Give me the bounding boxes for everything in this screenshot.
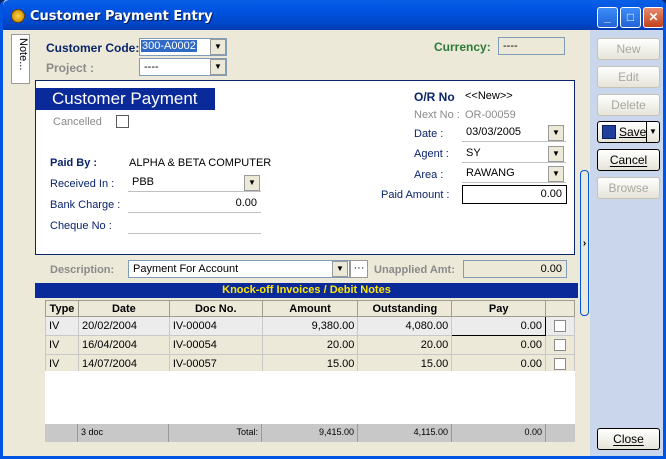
cheque-no-label: Cheque No : [50,220,112,232]
description-label: Description: [50,264,115,276]
row-checkbox[interactable] [554,358,566,371]
cell-doc-no: IV-00004 [168,316,263,336]
new-button[interactable]: New [597,38,660,60]
date-dropdown-icon[interactable]: ▼ [548,125,564,141]
or-no-value: <<New>> [465,90,513,102]
cancelled-label: Cancelled [53,116,102,128]
row-checkbox[interactable] [554,339,566,352]
footer-spacer-end [546,424,575,442]
knockoff-title: Knock-off Invoices / Debit Notes [35,283,578,298]
browse-button[interactable]: Browse [597,177,660,199]
save-options-dropdown-icon[interactable]: ▼ [647,121,660,143]
unapplied-field: 0.00 [463,260,567,278]
cell-pay[interactable]: 0.00 [451,335,546,355]
next-no-value: OR-00059 [465,109,516,121]
customer-code-dropdown-icon[interactable]: ▼ [210,39,226,55]
project-dropdown-icon[interactable]: ▼ [210,59,226,75]
table-row[interactable]: IV 16/04/2004 IV-00054 20.00 20.00 0.00 [45,335,575,355]
window-title: Customer Payment Entry [30,9,213,24]
cell-select[interactable] [545,316,575,336]
delete-button[interactable]: Delete [597,94,660,116]
app-icon [11,9,25,23]
row-checkbox[interactable] [554,320,566,333]
minimize-button[interactable]: _ [597,7,618,28]
table-footer: 3 doc Total: 9,415.00 4,115.00 0.00 [45,424,575,442]
unapplied-label: Unapplied Amt: [374,264,455,276]
cell-type: IV [45,335,79,355]
close-button[interactable]: Close [597,428,660,450]
footer-spacer [45,424,78,442]
column-header-type[interactable]: Type [45,300,79,317]
cell-date: 20/02/2004 [77,316,170,336]
cancelled-checkbox[interactable] [116,115,129,128]
cancel-button[interactable]: Cancel [597,149,660,171]
paid-amount-label: Paid Amount : [381,189,450,201]
received-in-field[interactable]: PBB [128,174,261,192]
area-dropdown-icon[interactable]: ▼ [548,166,564,182]
customer-code-value: 300-A0002 [141,40,197,52]
cell-outstanding: 20.00 [357,335,453,355]
edit-button[interactable]: Edit [597,66,660,88]
table-empty-area [45,371,575,424]
cheque-no-field[interactable] [128,216,261,234]
cell-amount: 20.00 [261,335,359,355]
next-no-label: Next No : [414,109,460,121]
paid-amount-field[interactable]: 0.00 [462,185,567,204]
bank-charge-field[interactable]: 0.00 [128,195,261,213]
column-header-date[interactable]: Date [77,300,170,317]
cell-amount: 9,380.00 [261,316,359,336]
currency-label: Currency: [434,40,491,54]
panel-splitter[interactable]: › [580,170,589,316]
agent-dropdown-icon[interactable]: ▼ [548,146,564,162]
cell-date: 16/04/2004 [77,335,170,355]
paid-by-value: ALPHA & BETA COMPUTER [129,157,272,169]
column-header-select[interactable] [545,300,575,317]
project-label: Project : [46,61,95,75]
cell-select[interactable] [545,335,575,355]
cell-outstanding: 4,080.00 [357,316,453,336]
cell-pay[interactable]: 0.00 [451,316,546,336]
column-header-amount[interactable]: Amount [261,300,359,317]
title-bar: Customer Payment Entry _ □ ✕ [3,0,663,30]
main-window: Customer Payment Entry _ □ ✕ Note... Cus… [0,0,666,459]
note-tab[interactable]: Note... [11,34,30,84]
paid-by-label: Paid By : [50,157,98,169]
area-label: Area : [414,169,444,181]
description-more-button[interactable]: ··· [350,260,368,278]
maximize-button[interactable]: □ [620,7,641,28]
save-button[interactable]: Save [597,121,647,143]
footer-amount-total: 9,415.00 [262,424,358,442]
column-header-pay[interactable]: Pay [451,300,546,317]
footer-outstanding-total: 4,115.00 [358,424,452,442]
received-in-dropdown-icon[interactable]: ▼ [244,175,260,191]
knockoff-table: Type Date Doc No. Amount Outstanding Pay… [45,300,575,374]
footer-pay-total: 0.00 [452,424,546,442]
cell-type: IV [45,316,79,336]
table-row[interactable]: IV 20/02/2004 IV-00004 9,380.00 4,080.00… [45,316,575,336]
column-header-doc-no[interactable]: Doc No. [168,300,263,317]
description-dropdown-icon[interactable]: ▼ [332,261,348,277]
footer-count: 3 doc [78,424,169,442]
received-in-label: Received In : [50,178,115,190]
or-no-label: O/R No [414,90,455,104]
payment-title: Customer Payment [36,88,215,110]
currency-field: ---- [498,37,565,55]
column-header-outstanding[interactable]: Outstanding [357,300,453,317]
agent-label: Agent : [414,148,449,160]
bank-charge-label: Bank Charge : [50,199,121,211]
cell-doc-no: IV-00054 [168,335,263,355]
save-label: Save [619,125,647,139]
close-window-button[interactable]: ✕ [643,7,663,28]
customer-code-label: Customer Code: [46,41,140,55]
save-disk-icon [602,125,616,139]
footer-total-label: Total: [169,424,262,442]
date-label: Date : [414,128,444,140]
description-field[interactable]: Payment For Account [128,260,350,278]
